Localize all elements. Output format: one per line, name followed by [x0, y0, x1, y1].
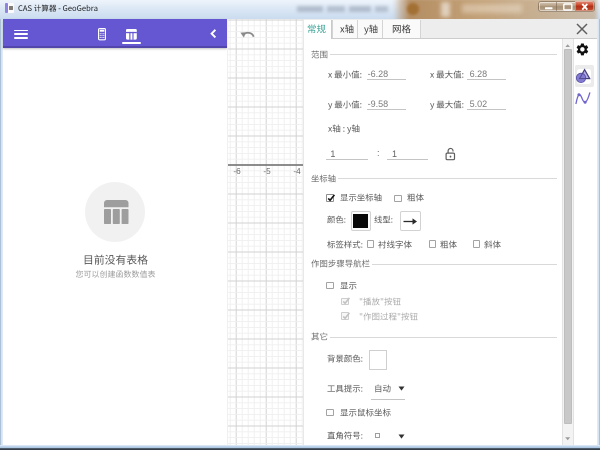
svg-text:-4: -4 — [293, 167, 301, 176]
svg-text:-5: -5 — [263, 167, 271, 176]
svg-text:-6: -6 — [233, 167, 241, 176]
